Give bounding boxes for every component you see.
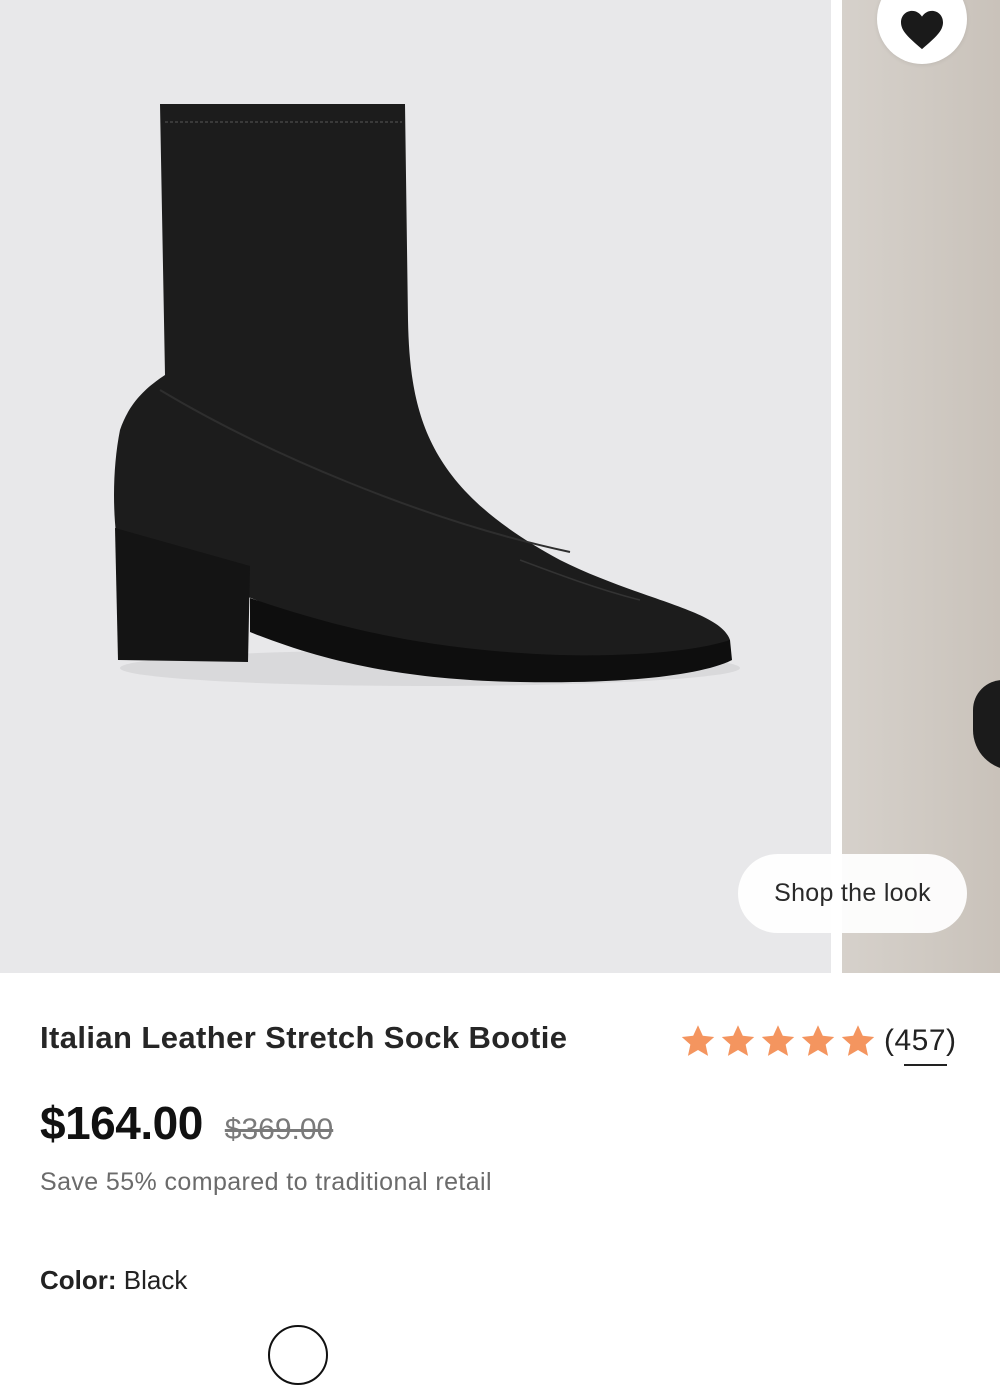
star-icon [681, 1025, 715, 1056]
color-selection-label: Color: Black [40, 1265, 187, 1296]
savings-text: Save 55% compared to traditional retail [40, 1168, 492, 1196]
original-price: $369.00 [224, 1113, 334, 1146]
heart-icon [901, 10, 943, 50]
rating-stars [680, 1023, 876, 1059]
price-row: $164.00 $369.00 [40, 1096, 333, 1150]
color-swatch-black[interactable] [268, 1325, 328, 1385]
boot-image [114, 104, 740, 686]
product-image-main[interactable] [0, 0, 831, 973]
review-count: (457) [884, 1024, 957, 1057]
star-icon [801, 1025, 835, 1056]
product-rating[interactable]: (457) [680, 1018, 957, 1066]
review-count-link[interactable]: (457) [884, 1024, 957, 1066]
next-image-shoe [973, 680, 1000, 770]
product-image-next[interactable] [842, 0, 1000, 973]
color-label: Color: [40, 1265, 117, 1295]
color-value: Black [123, 1265, 188, 1295]
shop-the-look-button[interactable]: Shop the look [738, 854, 967, 933]
sale-price: $164.00 [40, 1097, 203, 1149]
review-link-underline [904, 1064, 947, 1066]
star-icon [761, 1025, 795, 1056]
product-image-gallery[interactable]: Shop the look [0, 0, 1000, 973]
star-icon [721, 1025, 755, 1056]
shop-the-look-label: Shop the look [774, 879, 931, 907]
product-title: Italian Leather Stretch Sock Bootie [40, 1020, 568, 1055]
star-icon [841, 1025, 875, 1056]
